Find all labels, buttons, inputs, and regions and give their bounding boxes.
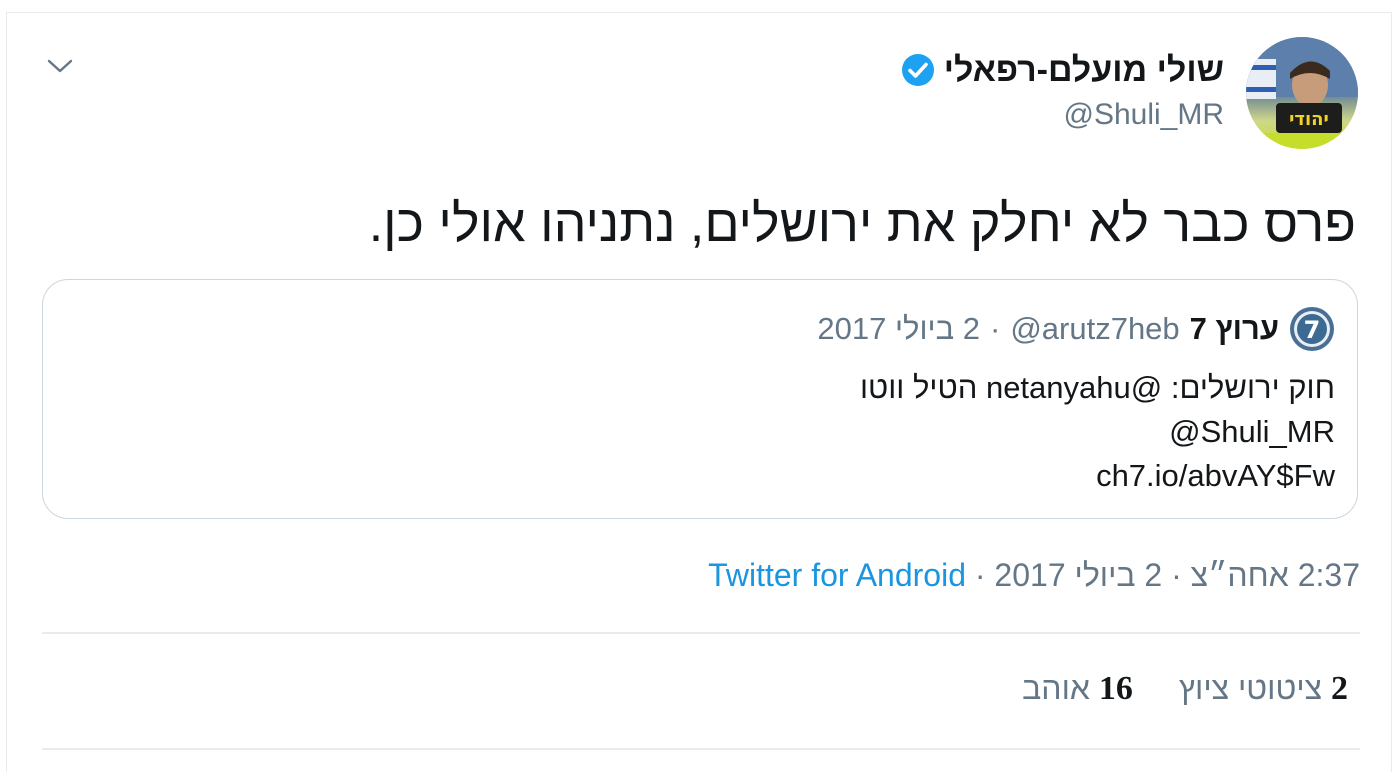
chevron-down-icon[interactable] (44, 50, 76, 82)
quoted-line-3: ch7.io/abvAY$Fw (1096, 458, 1335, 493)
meta-separator-2: · (974, 557, 986, 593)
tweet-date[interactable]: 2 ביולי 2017 (994, 557, 1162, 593)
tweet-stats: 2 ציטוטי ציוץ 16 אוהב (1022, 670, 1348, 708)
likes-count: 16 (1098, 670, 1133, 707)
logo-digit: 7 (1304, 316, 1321, 344)
meta-separator-1: · (1171, 557, 1182, 593)
quoted-tweet-header: 7 ערוץ 7 @arutz7heb · 2 ביולי 2017 (817, 306, 1335, 352)
likes-label: אוהב (1022, 670, 1090, 706)
quoted-tweet-body: חוק ירושלים: @netanyahu הטיל ווטו @Shuli… (860, 366, 1335, 498)
likes-stat[interactable]: 16 אוהב (1022, 670, 1133, 708)
quoted-line-1: חוק ירושלים: @netanyahu הטיל ווטו (859, 370, 1335, 405)
arutz7-logo-icon: 7 (1290, 307, 1334, 351)
divider-bottom (42, 748, 1360, 750)
quoted-separator: · (989, 311, 1001, 346)
retweets-count: 2 (1331, 670, 1348, 707)
tweet-text: פרס כבר לא יחלק את ירושלים, נתניהו אולי … (368, 195, 1356, 253)
retweets-stat[interactable]: 2 ציטוטי ציוץ (1179, 670, 1348, 708)
quoted-date[interactable]: 2 ביולי 2017 (817, 311, 980, 347)
tweet-source-link[interactable]: Twitter for Android (708, 557, 966, 593)
quoted-author-handle[interactable]: @arutz7heb (1010, 311, 1179, 347)
avatar-image-icon: יהודי (1246, 37, 1358, 149)
divider-top (42, 632, 1360, 634)
verified-badge-icon (901, 54, 934, 86)
tweet-header: שולי מועלם-רפאלי @Shuli_MR (900, 50, 1224, 132)
author-name[interactable]: שולי מועלם-רפאלי (944, 50, 1224, 90)
author-name-row: שולי מועלם-רפאלי (900, 50, 1224, 90)
quoted-author-name[interactable]: ערוץ 7 (1190, 311, 1279, 347)
tweet-meta: 2:37 אחה״צ · 2 ביולי 2017 · Twitter for … (708, 557, 1360, 594)
quoted-line-2: @Shuli_MR (1169, 414, 1335, 449)
tweet-time[interactable]: 2:37 אחה״צ (1191, 557, 1360, 593)
avatar-badge-text: יהודי (1289, 109, 1329, 130)
quoted-tweet[interactable]: 7 ערוץ 7 @arutz7heb · 2 ביולי 2017 חוק י… (42, 279, 1358, 519)
retweets-label: ציטוטי ציוץ (1178, 670, 1323, 706)
author-handle[interactable]: @Shuli_MR (900, 98, 1224, 132)
avatar[interactable]: יהודי (1246, 37, 1358, 149)
